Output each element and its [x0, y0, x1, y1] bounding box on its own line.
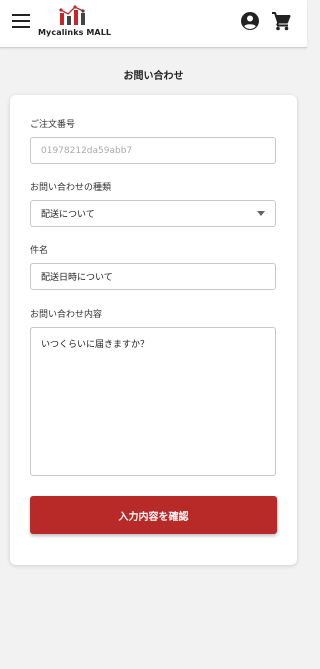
app-header: Mycalinks MALL — [0, 0, 307, 48]
content-label: お問い合わせ内容 — [30, 310, 103, 320]
menu-icon — [12, 14, 30, 28]
subject-input[interactable]: 配送日時について — [30, 263, 276, 290]
menu-button[interactable] — [9, 9, 33, 33]
account-circle-icon — [241, 12, 259, 30]
dropdown-arrow-icon — [257, 211, 265, 216]
order-number-input[interactable]: 01978212da59abb7 — [30, 137, 276, 164]
account-button[interactable] — [238, 9, 262, 33]
order-number-label: ご注文番号 — [30, 120, 76, 130]
inquiry-form: ご注文番号 01978212da59abb7 お問い合わせの種類 配送について … — [10, 95, 297, 565]
brand-logo-mark — [59, 5, 85, 25]
inquiry-type-value: 配送について — [41, 210, 95, 220]
content-textarea[interactable]: いつくらいに届きますか？ — [30, 327, 276, 476]
cart-button[interactable] — [268, 9, 294, 33]
brand-name: Mycalinks MALL — [38, 28, 112, 37]
inquiry-type-label: お問い合わせの種類 — [30, 183, 112, 193]
subject-label: 件名 — [30, 246, 49, 256]
inquiry-type-select[interactable]: 配送について — [30, 200, 276, 227]
page-title: お問い合わせ — [123, 71, 184, 82]
shopping-cart-icon — [272, 12, 291, 31]
confirm-button[interactable]: 入力内容を確認 — [30, 496, 277, 534]
brand-logo[interactable]: Mycalinks MALL — [36, 4, 116, 42]
